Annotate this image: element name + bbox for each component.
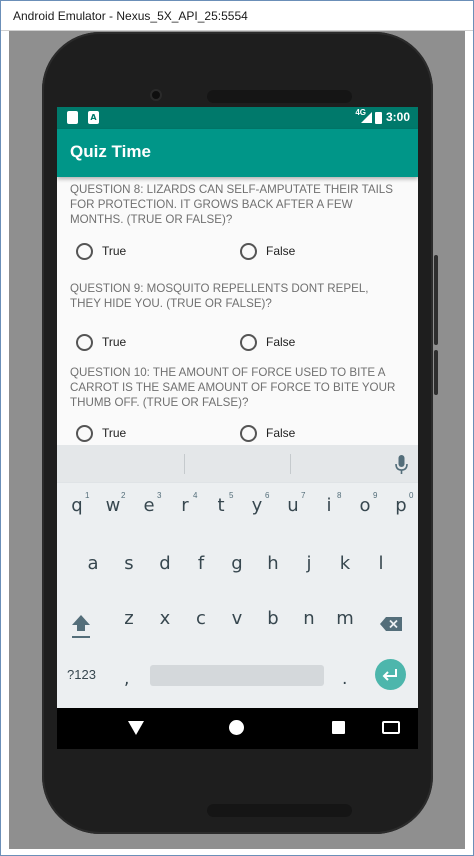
window-border-bottom — [1, 848, 473, 855]
key-a[interactable]: a — [76, 553, 110, 574]
option-label: True — [102, 335, 127, 349]
app-title: Quiz Time — [70, 142, 151, 161]
key-x[interactable]: x — [148, 608, 182, 629]
quiz-list[interactable]: QUESTION 8: LIZARDS CAN SELF-AMPUTATE TH… — [57, 177, 418, 445]
key-hint-8: 8 — [337, 491, 342, 500]
signal-icon — [361, 112, 372, 123]
microphone-icon[interactable] — [395, 455, 408, 475]
key-hint-4: 4 — [193, 491, 198, 500]
question-8-false-option[interactable]: False — [240, 240, 295, 262]
radio-button-icon[interactable] — [76, 333, 93, 351]
key-hint-1: 1 — [85, 491, 90, 500]
radio-button-icon[interactable] — [76, 424, 93, 442]
backspace-key-icon[interactable] — [380, 617, 402, 631]
key-b[interactable]: b — [256, 608, 290, 629]
question-9-text: QUESTION 9: MOSQUITO REPELLENTS DONT REP… — [70, 282, 369, 310]
speaker-grille-top — [207, 90, 352, 103]
power-button[interactable] — [434, 255, 438, 345]
home-icon[interactable] — [229, 720, 244, 735]
sd-card-icon — [67, 111, 78, 124]
keyboard-switch-icon[interactable] — [382, 721, 400, 734]
option-label: False — [266, 335, 296, 349]
key-hint-7: 7 — [301, 491, 306, 500]
suggestion-divider — [184, 454, 185, 474]
key-d[interactable]: d — [148, 553, 182, 574]
question-8-true-option[interactable]: True — [76, 240, 126, 262]
shift-key-icon[interactable] — [71, 613, 91, 639]
comma-key[interactable]: , — [124, 669, 129, 689]
question-8-text: QUESTION 8: LIZARDS CAN SELF-AMPUTATE TH… — [70, 183, 393, 226]
period-key[interactable]: . — [342, 669, 347, 689]
key-f[interactable]: f — [184, 553, 218, 574]
question-10-text: QUESTION 10: THE AMOUNT OF FORCE USED TO… — [70, 366, 396, 409]
key-j[interactable]: j — [292, 553, 326, 574]
camera-icon — [150, 89, 162, 101]
radio-button-icon[interactable] — [240, 242, 257, 260]
app-bar: Quiz Time — [57, 129, 418, 177]
window-title: Android Emulator - Nexus_5X_API_25:5554 — [13, 9, 248, 23]
key-hint-5: 5 — [229, 491, 234, 500]
key-g[interactable]: g — [220, 553, 254, 574]
suggestion-divider — [290, 454, 291, 474]
speaker-grille-bottom — [207, 804, 352, 817]
clock: 3:00 — [385, 110, 410, 124]
window-title-bar[interactable]: Android Emulator - Nexus_5X_API_25:5554 — [1, 1, 473, 31]
radio-button-icon[interactable] — [240, 424, 257, 442]
key-hint-0: 0 — [409, 491, 414, 500]
option-label: True — [102, 426, 127, 440]
question-9-false-option[interactable]: False — [240, 331, 295, 353]
back-icon[interactable] — [128, 721, 144, 735]
key-hint-2: 2 — [121, 491, 126, 500]
key-k[interactable]: k — [328, 553, 362, 574]
symbols-key[interactable]: ?123 — [67, 667, 96, 682]
status-bar: A 4G 3:00 — [57, 107, 418, 129]
option-label: False — [266, 244, 296, 258]
suggestion-strip[interactable] — [57, 445, 418, 483]
phone-screen: A 4G 3:00 Quiz Time QUESTION 8: LIZARDS … — [57, 107, 418, 749]
key-hint-3: 3 — [157, 491, 162, 500]
text-notification-icon: A — [88, 111, 99, 124]
key-z[interactable]: z — [112, 608, 146, 629]
key-l[interactable]: l — [364, 553, 398, 574]
option-label: True — [102, 244, 127, 258]
key-v[interactable]: v — [220, 608, 254, 629]
soft-keyboard: q1w2e3r4t5y6u7i8o9p0 asdfghjkl zxcvbnm ?… — [57, 445, 418, 708]
question-9-true-option[interactable]: True — [76, 331, 126, 353]
window-border-right — [465, 31, 473, 851]
key-c[interactable]: c — [184, 608, 218, 629]
question-10-false-option[interactable]: False — [240, 422, 295, 444]
enter-arrow-icon — [382, 669, 397, 681]
option-label: False — [266, 426, 296, 440]
navigation-bar — [57, 708, 418, 749]
recent-apps-icon[interactable] — [332, 721, 345, 734]
window-border-left — [1, 31, 9, 851]
battery-icon — [375, 112, 382, 124]
key-s[interactable]: s — [112, 553, 146, 574]
question-10-true-option[interactable]: True — [76, 422, 126, 444]
key-hint-6: 6 — [265, 491, 270, 500]
enter-key[interactable] — [375, 659, 406, 690]
radio-button-icon[interactable] — [76, 242, 93, 260]
volume-button[interactable] — [434, 350, 438, 395]
radio-button-icon[interactable] — [240, 333, 257, 351]
key-hint-9: 9 — [373, 491, 378, 500]
key-h[interactable]: h — [256, 553, 290, 574]
key-n[interactable]: n — [292, 608, 326, 629]
space-bar[interactable] — [150, 665, 324, 686]
key-m[interactable]: m — [328, 608, 362, 629]
